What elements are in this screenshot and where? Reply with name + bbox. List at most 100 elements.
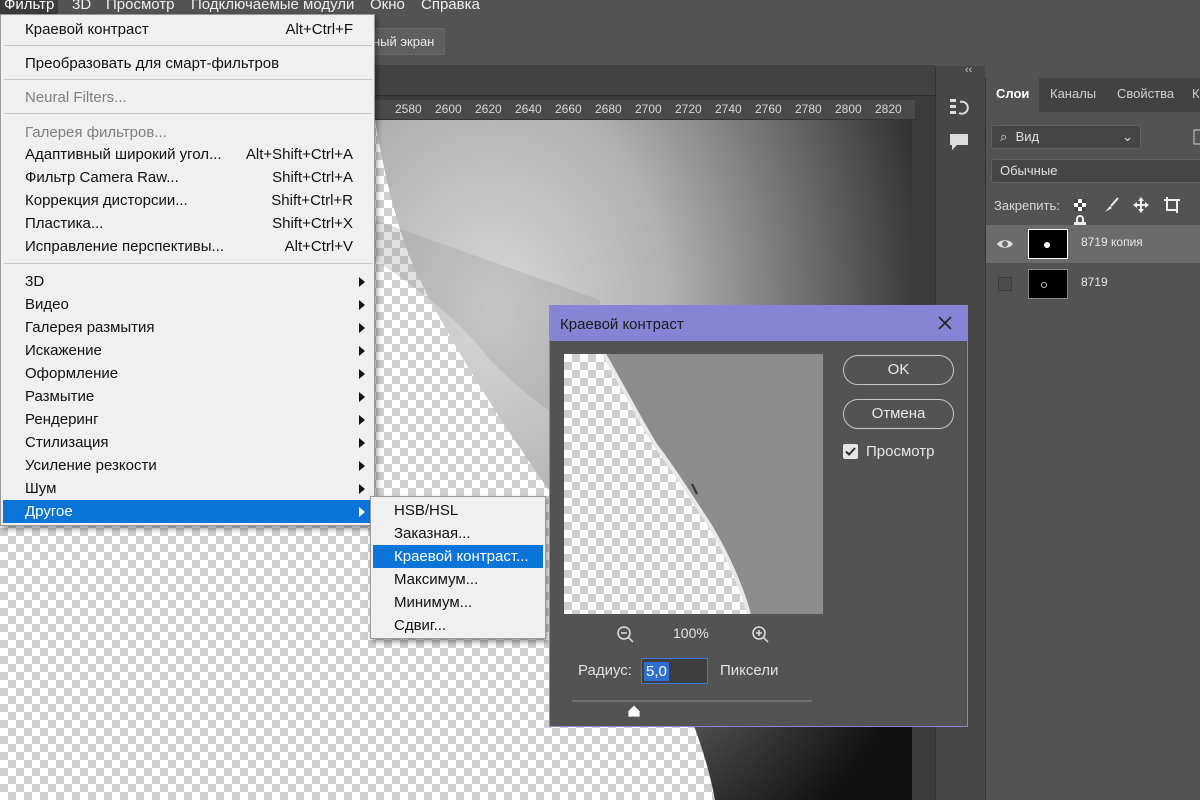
history-icon[interactable]	[948, 96, 970, 118]
menu-item-video[interactable]: Видео	[3, 293, 373, 316]
menu-item-other[interactable]: Другое	[3, 500, 373, 523]
preview-image	[602, 354, 823, 614]
filter-menu: Краевой контраст Alt+Ctrl+F Преобразоват…	[0, 14, 375, 526]
radius-slider-track[interactable]	[572, 700, 812, 702]
tab-channels[interactable]: Каналы	[1040, 78, 1106, 112]
menu-window[interactable]: Окно	[366, 0, 409, 14]
submenu-item-hsb-hsl[interactable]: HSB/HSL	[373, 499, 543, 522]
menu-item-adaptive-wide-angle[interactable]: Адаптивный широкий угол... Alt+Shift+Ctr…	[3, 143, 373, 166]
menu-item-lens-correction[interactable]: Коррекция дисторсии... Shift+Ctrl+R	[3, 189, 373, 212]
menu-item-render[interactable]: Рендеринг	[3, 408, 373, 431]
menu-3d[interactable]: 3D	[68, 0, 95, 14]
chevron-down-icon: ⌄	[1122, 129, 1133, 144]
submenu-arrow-icon	[359, 484, 365, 494]
lock-label: Закрепить:	[994, 198, 1060, 213]
ok-button[interactable]: OK	[843, 355, 954, 385]
lock-transparency-icon[interactable]	[1071, 196, 1089, 214]
dialog-titlebar[interactable]: Краевой контраст	[550, 306, 967, 341]
ruler-tick: 2680	[595, 102, 622, 116]
menu-divider	[4, 263, 372, 264]
eye-icon[interactable]	[996, 235, 1014, 253]
radius-input[interactable]: 5,0	[641, 658, 708, 684]
menu-help[interactable]: Справка	[417, 0, 484, 14]
menu-item-camera-raw[interactable]: Фильтр Camera Raw... Shift+Ctrl+A	[3, 166, 373, 189]
ruler-tick: 2780	[795, 102, 822, 116]
menu-item-label: Искажение	[25, 342, 102, 359]
layer-row[interactable]: 8719	[986, 265, 1200, 303]
submenu-arrow-icon	[359, 438, 365, 448]
layer-thumbnail	[1028, 229, 1068, 259]
ruler-tick: 2640	[515, 102, 542, 116]
menu-item-label: Адаптивный широкий угол...	[25, 146, 222, 163]
ruler-tick: 2580	[395, 102, 422, 116]
menu-item-pixelate[interactable]: Оформление	[3, 362, 373, 385]
menu-item-label: Коррекция дисторсии...	[25, 192, 188, 209]
menu-item-label: Минимум...	[394, 594, 473, 611]
menu-filter[interactable]: Фильтр	[0, 0, 59, 14]
ruler-tick: 2620	[475, 102, 502, 116]
comments-icon[interactable]	[948, 132, 970, 152]
menu-view[interactable]: Просмотр	[102, 0, 179, 14]
visibility-toggle[interactable]	[998, 277, 1012, 291]
dialog-title: Краевой контраст	[560, 316, 684, 333]
submenu-arrow-icon	[359, 507, 365, 517]
menu-item-label: Стилизация	[25, 434, 109, 451]
menu-item-noise[interactable]: Шум	[3, 477, 373, 500]
collapse-panels-icon[interactable]: ‹‹	[965, 64, 972, 76]
tab-properties[interactable]: Свойства	[1107, 78, 1184, 112]
menu-item-label: Галерея фильтров...	[25, 124, 167, 141]
menu-item-label: Заказная...	[394, 525, 471, 542]
menu-item-label: Видео	[25, 296, 69, 313]
radius-label: Радиус:	[578, 662, 632, 679]
menu-item-label: Neural Filters...	[25, 89, 127, 106]
submenu-item-high-pass[interactable]: Краевой контраст...	[373, 545, 543, 568]
lock-pixels-icon[interactable]	[1102, 196, 1120, 214]
menu-item-label: Галерея размытия	[25, 319, 155, 336]
tab-layers[interactable]: Слои	[986, 78, 1040, 112]
close-icon[interactable]	[936, 314, 954, 332]
menu-item-smart-filters[interactable]: Преобразовать для смарт-фильтров	[3, 52, 373, 75]
layer-name: 8719 копия	[1081, 235, 1143, 249]
menu-item-vanishing-point[interactable]: Исправление перспективы... Alt+Ctrl+V	[3, 235, 373, 258]
menu-item-blur-gallery[interactable]: Галерея размытия	[3, 316, 373, 339]
menu-item-last-filter[interactable]: Краевой контраст Alt+Ctrl+F	[3, 18, 373, 41]
filter-toggle-icon[interactable]	[1193, 129, 1200, 145]
submenu-arrow-icon	[359, 277, 365, 287]
blend-mode-select[interactable]: Обычные	[991, 159, 1200, 183]
layer-row[interactable]: 8719 копия	[986, 225, 1200, 263]
menu-item-filter-gallery: Галерея фильтров...	[3, 121, 373, 144]
layer-name: 8719	[1081, 275, 1108, 289]
menu-plugins[interactable]: Подключаемые модули	[187, 0, 358, 14]
filter-preview[interactable]	[564, 354, 823, 614]
lock-artboard-icon[interactable]	[1163, 196, 1181, 214]
menu-item-distort[interactable]: Искажение	[3, 339, 373, 362]
zoom-in-icon[interactable]	[751, 625, 771, 645]
menu-item-neural-filters: Neural Filters...	[3, 86, 373, 109]
submenu-item-maximum[interactable]: Максимум...	[373, 568, 543, 591]
menu-item-blur[interactable]: Размытие	[3, 385, 373, 408]
layer-filter-select[interactable]: ⌕ Вид ⌄	[991, 125, 1141, 149]
preview-checkbox[interactable]	[843, 444, 858, 459]
radius-slider-thumb[interactable]	[627, 704, 641, 718]
menu-item-label: Оформление	[25, 365, 119, 382]
high-pass-dialog: Краевой контраст 100% Радиус: 5,0 Пиксел…	[549, 305, 968, 727]
zoom-out-icon[interactable]	[616, 625, 636, 645]
menu-item-liquify[interactable]: Пластика... Shift+Ctrl+X	[3, 212, 373, 235]
menubar: Фильтр 3D Просмотр Подключаемые модули О…	[0, 0, 1200, 14]
submenu-item-custom[interactable]: Заказная...	[373, 522, 543, 545]
menu-item-label: Другое	[25, 503, 73, 520]
submenu-arrow-icon	[359, 415, 365, 425]
submenu-arrow-icon	[359, 300, 365, 310]
lock-position-icon[interactable]	[1132, 196, 1150, 214]
tab-more[interactable]: К	[1182, 78, 1200, 112]
menu-item-3d[interactable]: 3D	[3, 270, 373, 293]
menu-divider	[4, 45, 372, 46]
submenu-item-offset[interactable]: Сдвиг...	[373, 614, 543, 637]
ruler-tick: 2800	[835, 102, 862, 116]
cancel-button[interactable]: Отмена	[843, 399, 954, 429]
submenu-item-minimum[interactable]: Минимум...	[373, 591, 543, 614]
menu-item-shortcut: Alt+Ctrl+V	[284, 238, 353, 255]
menu-item-stylize[interactable]: Стилизация	[3, 431, 373, 454]
radius-unit: Пиксели	[720, 662, 779, 679]
menu-item-sharpen[interactable]: Усиление резкости	[3, 454, 373, 477]
